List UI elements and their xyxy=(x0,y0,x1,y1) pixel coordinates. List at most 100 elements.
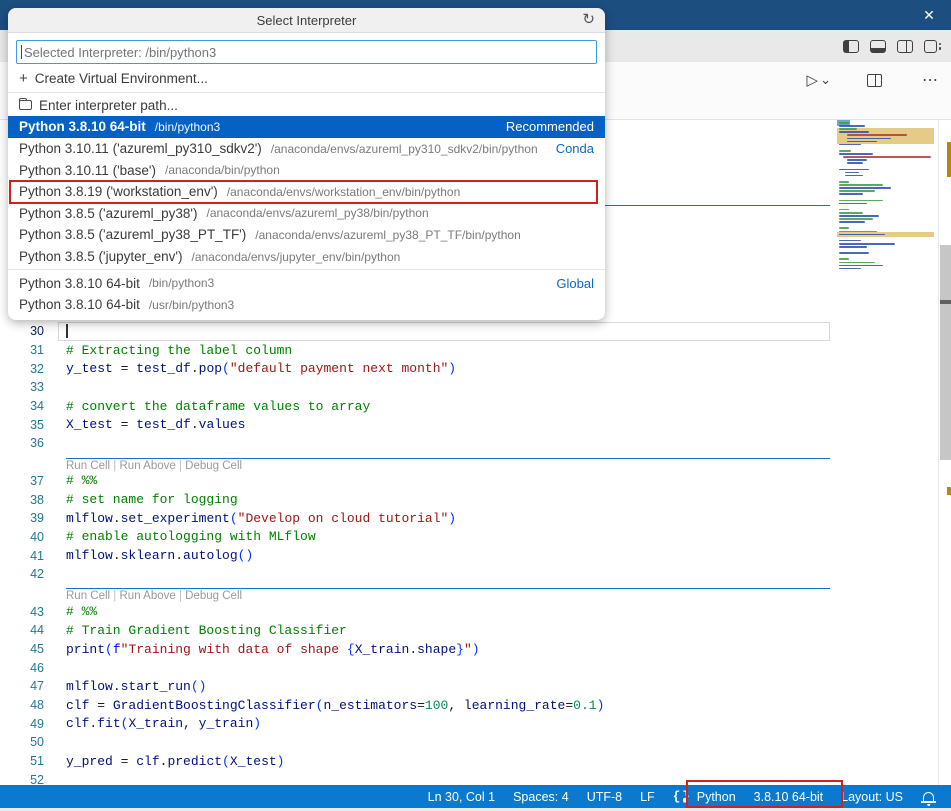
code-line: 32y_test = test_df.pop("default payment … xyxy=(0,359,840,378)
scrollbar-thumb[interactable] xyxy=(940,245,951,460)
status-notifications-bell[interactable] xyxy=(912,785,945,808)
status-language-mode[interactable]: {}Python xyxy=(664,785,745,808)
run-python-file-button[interactable]: ▷ ⌄ xyxy=(807,73,831,88)
minimap-code-line xyxy=(843,156,931,158)
minimap-code-line xyxy=(839,212,863,214)
codelens-link[interactable]: Run Above xyxy=(120,460,176,472)
codelens-link[interactable]: Debug Cell xyxy=(185,590,242,602)
status-indentation[interactable]: Spaces: 4 xyxy=(504,785,578,808)
interpreter-global-item[interactable]: Python 3.8.10 64-bit/bin/python3Global xyxy=(8,272,605,294)
code-text: y_test = test_df.pop("default payment ne… xyxy=(66,361,456,376)
interpreter-search-input[interactable] xyxy=(17,41,596,63)
codelens-link[interactable]: Run Cell xyxy=(66,460,110,472)
codelens-link[interactable]: Run Cell xyxy=(66,590,110,602)
code-line: 37# %% xyxy=(0,472,840,491)
toggle-secondary-sidebar-icon[interactable] xyxy=(897,40,913,53)
line-number: 47 xyxy=(0,679,44,693)
overview-ruler-change-marker xyxy=(947,142,951,177)
status-eol[interactable]: LF xyxy=(631,785,664,808)
code-text: # convert the dataframe values to array xyxy=(66,399,370,414)
line-number: 36 xyxy=(0,436,44,450)
interpreter-label: Python 3.8.10 64-bit xyxy=(19,119,146,134)
interpreter-item[interactable]: Python 3.10.11 ('base')/anaconda/bin/pyt… xyxy=(8,159,605,181)
code-line: 33 xyxy=(0,378,840,397)
code-line: 34 # convert the dataframe values to arra… xyxy=(0,397,840,416)
minimap-code-line xyxy=(847,162,863,164)
interpreter-workstation-env-item[interactable]: Python 3.8.19 ('workstation_env')/anacon… xyxy=(8,181,605,203)
customize-layout-icon[interactable] xyxy=(924,40,942,53)
toggle-panel-icon[interactable] xyxy=(870,40,886,53)
code-line: 39mlflow.set_experiment("Develop on clou… xyxy=(0,509,840,528)
interpreter-path: /anaconda/envs/azureml_py38_PT_TF/bin/py… xyxy=(255,228,521,242)
interpreter-item[interactable]: Python 3.8.5 ('azureml_py38')/anaconda/e… xyxy=(8,203,605,225)
status-cursor-position[interactable]: Ln 30, Col 1 xyxy=(419,785,504,808)
minimap-code-line xyxy=(839,122,849,124)
interpreter-label: Python 3.8.5 ('azureml_py38') xyxy=(19,206,198,221)
code-text: X_test = test_df.values xyxy=(66,417,245,432)
minimap-code-line xyxy=(839,246,867,248)
codelens-row: Run Cell | Run Above | Debug Cell xyxy=(0,453,840,472)
codelens-link[interactable]: Run Above xyxy=(120,590,176,602)
split-editor-icon[interactable] xyxy=(867,74,882,87)
refresh-icon[interactable]: ↻ xyxy=(582,10,595,28)
minimap-code-line xyxy=(847,134,907,136)
line-number: 34 xyxy=(0,399,44,413)
status-python-version[interactable]: 3.8.10 64-bit xyxy=(745,785,833,808)
interpreter-badge: Recommended xyxy=(506,119,594,134)
minimap[interactable] xyxy=(837,120,937,400)
window-close-button[interactable]: ✕ xyxy=(917,4,941,26)
code-text: mlflow.set_experiment("Develop on cloud … xyxy=(66,511,456,526)
interpreter-list: + Create Virtual Environment... Enter inte… xyxy=(8,68,605,316)
interpreter-item[interactable]: Python 3.8.10 64-bit/usr/bin/python3 xyxy=(8,294,605,316)
interpreter-item[interactable]: Python 3.8.5 ('jupyter_env')/anaconda/en… xyxy=(8,246,605,268)
line-number: 33 xyxy=(0,380,44,394)
code-text: # set name for logging xyxy=(66,492,238,507)
minimap-code-line xyxy=(839,128,857,130)
minimap-code-line xyxy=(839,150,851,152)
line-number: 37 xyxy=(0,474,44,488)
interpreter-recommended-item[interactable]: Python 3.8.10 64-bit/bin/python3 Recommen… xyxy=(8,116,605,138)
interpreter-badge: Conda xyxy=(556,141,594,156)
enter-interpreter-path-item[interactable]: Enter interpreter path... xyxy=(8,95,605,117)
interpreter-label: Create Virtual Environment... xyxy=(35,71,208,86)
minimap-code-line xyxy=(839,243,895,245)
code-line: 43# %% xyxy=(0,602,840,621)
interpreter-path: /anaconda/envs/workstation_env/bin/pytho… xyxy=(227,185,461,199)
code-line: 30 xyxy=(0,322,840,341)
status-keyboard-layout[interactable]: Layout: US xyxy=(832,785,912,808)
line-number: 45 xyxy=(0,642,44,656)
code-line: 48clf = GradientBoostingClassifier(n_est… xyxy=(0,696,840,715)
minimap-code-line xyxy=(839,265,883,267)
status-encoding[interactable]: UTF-8 xyxy=(578,785,631,808)
minimap-code-line xyxy=(847,159,867,161)
toggle-primary-sidebar-icon[interactable] xyxy=(843,40,859,53)
code-text: # enable autologging with MLflow xyxy=(66,529,316,544)
interpreter-label: Python 3.10.11 ('azureml_py310_sdkv2') xyxy=(19,141,262,156)
create-virtual-environment-item[interactable]: + Create Virtual Environment... xyxy=(8,68,605,90)
codelens-divider: | xyxy=(110,460,119,472)
minimap-code-line xyxy=(839,221,865,223)
more-actions-icon[interactable]: ⋯ xyxy=(922,70,939,90)
plus-icon: + xyxy=(19,71,28,86)
overview-ruler-cursor-marker xyxy=(940,300,951,304)
editor-scrollbar[interactable] xyxy=(938,120,951,785)
minimap-code-line xyxy=(839,262,875,264)
minimap-code-line xyxy=(839,125,865,127)
codelens-links: Run Cell | Run Above | Debug Cell xyxy=(66,588,830,602)
code-line: 38# set name for logging xyxy=(0,490,840,509)
code-text: # %% xyxy=(66,604,97,619)
code-line: 46 xyxy=(0,658,840,677)
interpreter-label: Python 3.8.10 64-bit xyxy=(19,276,140,291)
codelens-link[interactable]: Debug Cell xyxy=(185,460,242,472)
codelens-divider: | xyxy=(110,590,119,602)
interpreter-item[interactable]: Python 3.8.5 ('azureml_py38_PT_TF') /anac… xyxy=(8,224,605,246)
interpreter-label: Python 3.10.11 ('base') xyxy=(19,163,156,178)
quickpick-header: Select Interpreter ↻ xyxy=(8,8,605,33)
interpreter-label: Python 3.8.5 ('azureml_py38_PT_TF') xyxy=(19,227,246,242)
text-cursor xyxy=(66,324,68,338)
interpreter-item[interactable]: Python 3.10.11 ('azureml_py310_sdkv2')/a… xyxy=(8,138,605,160)
minimap-code-line xyxy=(845,175,863,177)
interpreter-path: /bin/python3 xyxy=(155,120,220,134)
code-line: 51y_pred = clf.predict(X_test) xyxy=(0,752,840,771)
status-bar-right: Ln 30, Col 1Spaces: 4UTF-8LF{}Python3.8.… xyxy=(419,785,945,808)
